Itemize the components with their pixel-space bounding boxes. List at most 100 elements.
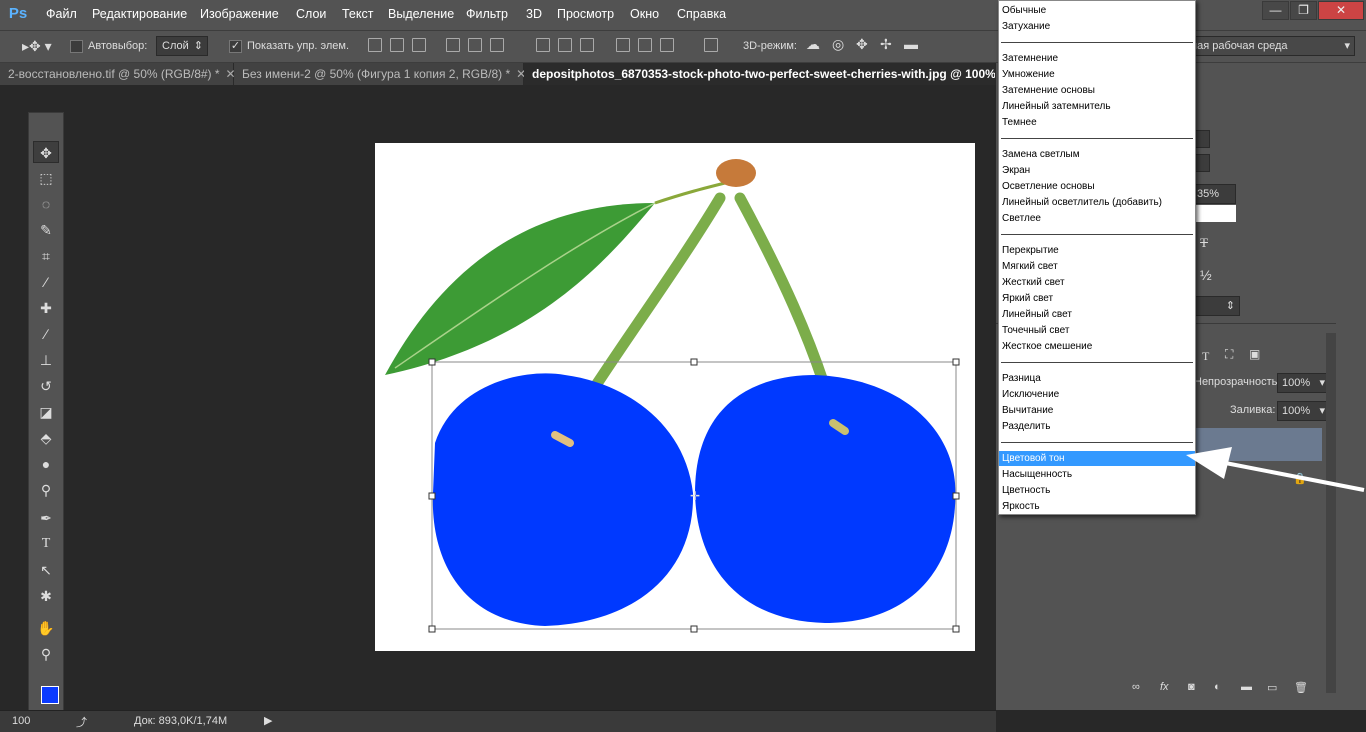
strikethrough-icon[interactable]: T (1200, 235, 1208, 251)
blur-tool-icon[interactable]: ● (33, 453, 59, 475)
menu-filter[interactable]: Фильтр (466, 7, 508, 21)
clone-stamp-icon[interactable]: ⊥ (33, 349, 59, 371)
share-icon[interactable]: ⤴ (76, 714, 87, 730)
pen-tool-icon[interactable]: ✒ (33, 507, 59, 529)
zoom-tool-icon[interactable]: ⚲ (33, 643, 59, 665)
blend-linear-light[interactable]: Линейный свет (1002, 307, 1072, 322)
blend-darker-color[interactable]: Темнее (1002, 115, 1037, 130)
zoom-level[interactable]: 100 (12, 715, 30, 727)
align-right-icon[interactable] (490, 38, 504, 52)
scale3d-icon[interactable]: ▬ (904, 36, 918, 52)
blend-hard-mix[interactable]: Жесткое смешение (1002, 339, 1092, 354)
menu-layers[interactable]: Слои (296, 7, 326, 21)
lasso-tool-icon[interactable]: ◌ (33, 193, 59, 215)
align-left-icon[interactable] (446, 38, 460, 52)
layers-scrollbar[interactable] (1326, 333, 1336, 693)
type-filter-icon[interactable]: T (1202, 349, 1209, 364)
move-tool-icon[interactable]: ✥ (33, 141, 59, 163)
paint-bucket-icon[interactable]: ⬘ (33, 427, 59, 449)
opacity-field[interactable]: 100% ▾ (1277, 373, 1329, 393)
history-brush-icon[interactable]: ↺ (33, 375, 59, 397)
blend-pin-light[interactable]: Точечный свет (1002, 323, 1069, 338)
menu-type[interactable]: Текст (342, 7, 373, 21)
blend-divide[interactable]: Разделить (1002, 419, 1050, 434)
blend-exclusion[interactable]: Исключение (1002, 387, 1059, 402)
blend-soft-light[interactable]: Мягкий свет (1002, 259, 1058, 274)
shape-tool-icon[interactable]: ✱ (33, 585, 59, 607)
blend-color-dodge[interactable]: Осветление основы (1002, 179, 1095, 194)
minimize-button[interactable]: — (1262, 1, 1289, 20)
auto-align-icon[interactable] (704, 38, 718, 52)
menu-window[interactable]: Окно (630, 7, 659, 21)
foreground-color-swatch[interactable] (41, 686, 59, 704)
dodge-tool-icon[interactable]: ⚲ (33, 479, 59, 501)
drag3d-icon[interactable]: ✥ (856, 36, 868, 53)
healing-brush-icon[interactable]: ✚ (33, 297, 59, 319)
show-controls-checkbox[interactable]: ✓ (229, 40, 242, 53)
type-tool-icon[interactable]: T (33, 533, 59, 555)
adjustment-icon[interactable]: ◐ (1214, 681, 1221, 693)
blend-linear-burn[interactable]: Линейный затемнитель (1002, 99, 1111, 114)
blend-mode-dropdown[interactable]: Обычные Затухание Затемнение Умножение З… (998, 0, 1196, 515)
distribute-bottom-icon[interactable] (580, 38, 594, 52)
smart-filter-icon[interactable]: ▣ (1249, 347, 1260, 361)
mask-icon[interactable]: ◙ (1188, 681, 1195, 693)
blend-subtract[interactable]: Вычитание (1002, 403, 1053, 418)
close-window-button[interactable]: ✕ (1318, 1, 1364, 20)
menu-help[interactable]: Справка (677, 7, 726, 21)
blend-hue[interactable]: Цветовой тон (999, 451, 1195, 466)
fx-icon[interactable]: fx (1160, 681, 1169, 693)
blend-vivid-light[interactable]: Яркий свет (1002, 291, 1053, 306)
partial-field[interactable]: 35% (1192, 184, 1236, 204)
roll3d-icon[interactable]: ◎ (832, 36, 844, 53)
blend-overlay[interactable]: Перекрытие (1002, 243, 1059, 258)
blend-difference[interactable]: Разница (1002, 371, 1041, 386)
blend-hard-light[interactable]: Жесткий свет (1002, 275, 1065, 290)
blend-luminosity[interactable]: Яркость (1002, 499, 1040, 514)
marquee-tool-icon[interactable]: ⬚ (33, 167, 59, 189)
status-menu-arrow-icon[interactable]: ▶ (264, 714, 272, 727)
move-tool-icon[interactable]: ▸✥ ▾ (22, 38, 52, 55)
color-field[interactable] (1192, 205, 1236, 222)
eraser-tool-icon[interactable]: ◪ (33, 401, 59, 423)
path-select-icon[interactable]: ↖ (33, 559, 59, 581)
align-hcenter-icon[interactable] (468, 38, 482, 52)
hand-tool-icon[interactable]: ✋ (33, 617, 59, 639)
updown-icon[interactable]: ⇕ (1192, 296, 1240, 316)
distribute-right-icon[interactable] (660, 38, 674, 52)
blend-darken[interactable]: Затемнение (1002, 51, 1058, 66)
rotate3d-icon[interactable]: ☁ (806, 36, 820, 53)
distribute-top-icon[interactable] (536, 38, 550, 52)
menu-file[interactable]: Файл (46, 7, 77, 21)
slide3d-icon[interactable]: ✢ (880, 36, 892, 53)
menu-3d[interactable]: 3D (526, 7, 542, 21)
blend-multiply[interactable]: Умножение (1002, 67, 1055, 82)
blend-linear-dodge[interactable]: Линейный осветлитель (добавить) (1002, 195, 1162, 210)
crop-tool-icon[interactable]: ⌗ (33, 245, 59, 267)
blend-lighter-color[interactable]: Светлее (1002, 211, 1041, 226)
blend-lighten[interactable]: Замена светлым (1002, 147, 1080, 162)
restore-button[interactable]: ❐ (1290, 1, 1317, 20)
new-layer-icon[interactable]: ▭ (1267, 681, 1277, 694)
link-layers-icon[interactable]: ∞ (1132, 681, 1140, 693)
trash-icon[interactable]: 🗑 (1294, 681, 1308, 694)
autoselect-checkbox[interactable] (70, 40, 83, 53)
tab-untitled-2[interactable]: Без имени-2 @ 50% (Фигура 1 копия 2, RGB… (234, 63, 526, 85)
tab-depositphotos[interactable]: depositphotos_6870353-stock-photo-two-pe… (524, 63, 996, 85)
fraction-icon[interactable]: ½ (1200, 267, 1212, 283)
menu-select[interactable]: Выделение (388, 7, 454, 21)
align-top-icon[interactable] (368, 38, 382, 52)
distribute-vcenter-icon[interactable] (558, 38, 572, 52)
folder-icon[interactable]: ▬ (1241, 681, 1252, 693)
menu-view[interactable]: Просмотр (557, 7, 614, 21)
document-canvas[interactable]: ✛ (375, 143, 975, 651)
blend-color[interactable]: Цветность (1002, 483, 1050, 498)
distribute-hcenter-icon[interactable] (638, 38, 652, 52)
blend-dissolve[interactable]: Затухание (1002, 19, 1050, 34)
align-vcenter-icon[interactable] (390, 38, 404, 52)
fill-field[interactable]: 100% ▾ (1277, 401, 1329, 421)
menu-image[interactable]: Изображение (200, 7, 279, 21)
blend-screen[interactable]: Экран (1002, 163, 1030, 178)
blend-saturation[interactable]: Насыщенность (1002, 467, 1072, 482)
workspace-dropdown[interactable]: ная рабочая среда ▾ (1185, 36, 1355, 56)
